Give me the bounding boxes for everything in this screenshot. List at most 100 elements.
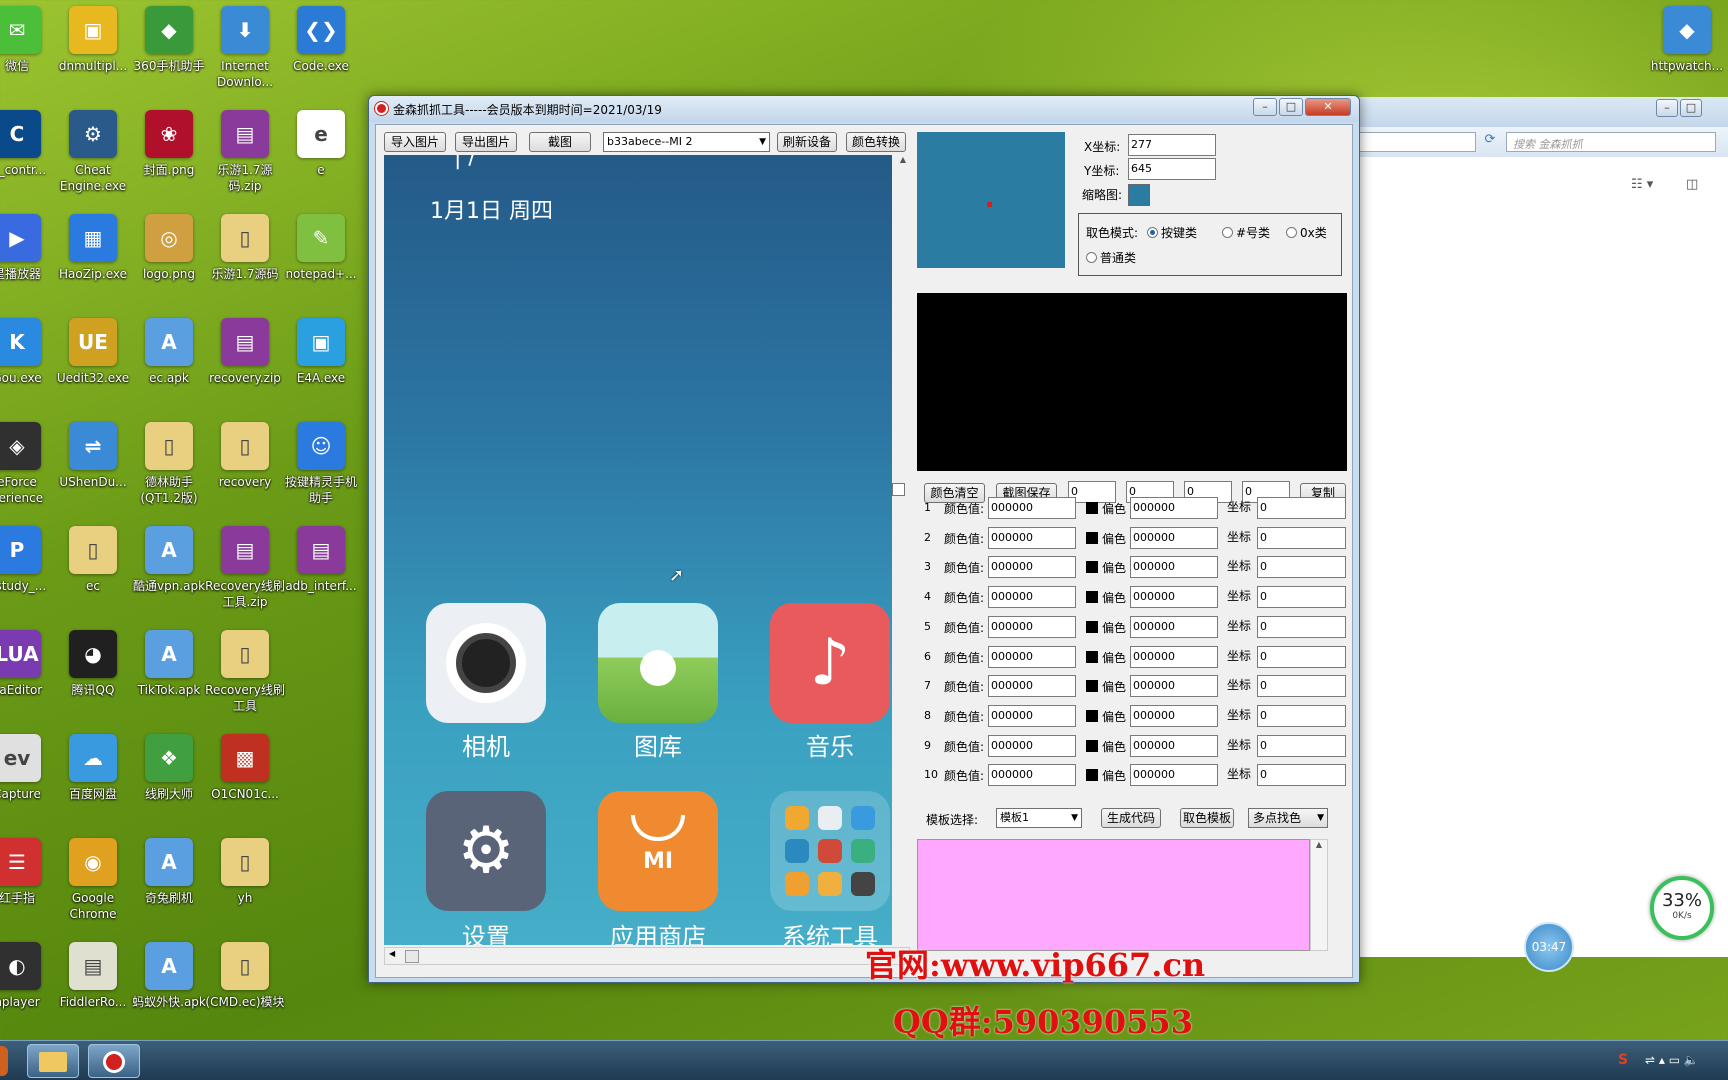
multi-find-select[interactable]: 多点找色 ▼: [1248, 808, 1328, 828]
desktop-icon[interactable]: ▤ 乐游1.7源码.zip: [204, 108, 286, 208]
desktop-icon[interactable]: UE Uedit32.exe: [52, 316, 134, 416]
desktop-icon[interactable]: Ppstudy_...: [0, 524, 58, 624]
tray-icons[interactable]: ⇌ ▴ ▭ 🔈: [1645, 1053, 1699, 1067]
desktop-icon[interactable]: ◆ httpwatch...: [1646, 4, 1728, 104]
pane-toggle-icon[interactable]: ◫: [1686, 177, 1698, 192]
background-explorer-window[interactable]: – □ ⟳ 搜索 金森抓抓 ☷ ▾ ◫: [1355, 97, 1728, 957]
coord-field[interactable]: 0: [1257, 497, 1346, 519]
desktop-icon[interactable]: ◆ 360手机助手: [128, 4, 210, 104]
coord-field[interactable]: 0: [1257, 704, 1346, 727]
offset-value-field[interactable]: 000000: [1130, 497, 1218, 519]
view-options-icon[interactable]: ☷ ▾: [1631, 177, 1653, 192]
offset-value-field[interactable]: 000000: [1130, 734, 1218, 757]
desktop-icon[interactable]: A 奇兔刷机: [128, 836, 210, 936]
desktop-icon[interactable]: ☁ 百度网盘: [52, 732, 134, 832]
desktop-icon[interactable]: ▯ Recovery线刷工具: [204, 628, 286, 728]
desktop-icon[interactable]: ◉ Google Chrome: [52, 836, 134, 936]
desktop-icon[interactable]: ▦ HaoZip.exe: [52, 212, 134, 312]
app-store-icon[interactable]: MI: [598, 791, 718, 911]
refresh-icon[interactable]: ⟳: [1480, 132, 1500, 152]
capture-button[interactable]: 截图: [529, 132, 591, 152]
desktop-icon[interactable]: ▤ adb_interf...: [280, 524, 362, 624]
desktop-icon[interactable]: A TikTok.apk: [128, 628, 210, 728]
taskbar-explorer-button[interactable]: [27, 1044, 79, 1078]
system-tools-folder-icon[interactable]: [770, 791, 890, 911]
radio-0x[interactable]: 0x类: [1286, 224, 1327, 241]
desktop-icon[interactable]: ❀ 封面.png: [128, 108, 210, 208]
color-value-field[interactable]: 000000: [988, 675, 1076, 698]
x-coord-field[interactable]: 277: [1128, 134, 1216, 156]
camera-app-icon[interactable]: [426, 603, 546, 723]
desktop-icon[interactable]: ▣ E4A.exe: [280, 316, 362, 416]
desktop-icon[interactable]: ☺ 按键精灵手机助手: [280, 420, 362, 520]
offset-value-field[interactable]: 000000: [1130, 586, 1218, 609]
desktop-icon[interactable]: K Gou.exe: [0, 316, 58, 416]
desktop-icon[interactable]: ev Capture: [0, 732, 58, 832]
offset-value-field[interactable]: 000000: [1130, 615, 1218, 638]
radio-hash[interactable]: #号类: [1222, 224, 1270, 241]
scroll-up-icon[interactable]: ▲: [894, 155, 912, 164]
y-coord-field[interactable]: 645: [1128, 158, 1216, 180]
desktop-icon[interactable]: ⇌ UShenDu...: [52, 420, 134, 520]
coord-field[interactable]: 0: [1257, 645, 1346, 668]
side-checkbox[interactable]: [892, 483, 905, 496]
maximize-button[interactable]: □: [1279, 98, 1303, 116]
pick-template-button[interactable]: 取色模板: [1180, 808, 1234, 828]
desktop-icon[interactable]: A 酷通vpn.apk: [128, 524, 210, 624]
desktop-icon[interactable]: ▯ 德林助手 (QT1.2版): [128, 420, 210, 520]
settings-app-icon[interactable]: ⚙: [426, 791, 546, 911]
offset-value-field[interactable]: 000000: [1130, 704, 1218, 727]
coord-field[interactable]: 0: [1257, 764, 1346, 787]
minimize-button[interactable]: –: [1656, 99, 1678, 117]
generate-code-button[interactable]: 生成代码: [1101, 808, 1161, 828]
coord-field[interactable]: 0: [1257, 526, 1346, 549]
desktop-icon[interactable]: ◈ eForce perience: [0, 420, 58, 520]
search-input[interactable]: 搜索 金森抓抓: [1506, 132, 1716, 152]
offset-value-field[interactable]: 000000: [1130, 764, 1218, 787]
desktop-icon[interactable]: ✉ 微信: [0, 4, 58, 104]
horizontal-scrollbar[interactable]: ◀ ▶: [384, 947, 910, 965]
radio-key[interactable]: 按键类: [1147, 224, 1197, 241]
refresh-device-button[interactable]: 刷新设备: [777, 132, 837, 152]
offset-value-field[interactable]: 000000: [1130, 675, 1218, 698]
desktop-icon[interactable]: ☰ 红手指: [0, 836, 58, 936]
music-app-icon[interactable]: ♪: [770, 603, 890, 723]
offset-value-field[interactable]: 000000: [1130, 526, 1218, 549]
desktop-icon[interactable]: ◎ logo.png: [128, 212, 210, 312]
desktop-icon[interactable]: ▤ recovery.zip: [204, 316, 286, 416]
color-value-field[interactable]: 000000: [988, 764, 1076, 787]
device-select[interactable]: b33abece--MI 2 ▼: [603, 132, 770, 152]
scroll-thumb[interactable]: [405, 950, 419, 963]
coord-field[interactable]: 0: [1257, 675, 1346, 698]
desktop-icon[interactable]: ▤ Recovery线刷工具.zip: [204, 524, 286, 624]
desktop-icon[interactable]: ◕ 腾讯QQ: [52, 628, 134, 728]
desktop-icon[interactable]: A 蚂蚁外快.apk: [128, 940, 210, 1040]
desktop-icon[interactable]: ✎ notepad+...: [280, 212, 362, 312]
offset-value-field[interactable]: 000000: [1130, 556, 1218, 579]
coord-field[interactable]: 0: [1257, 615, 1346, 638]
desktop-icon[interactable]: ❮❯ Code.exe: [280, 4, 362, 104]
scroll-left-icon[interactable]: ◀: [389, 949, 395, 958]
start-button-partial[interactable]: [0, 1046, 8, 1076]
desktop-icon[interactable]: LUA uaEditor: [0, 628, 58, 728]
minimize-button[interactable]: –: [1253, 98, 1277, 116]
template-select[interactable]: 模板1 ▼: [996, 808, 1082, 828]
coord-field[interactable]: 0: [1257, 734, 1346, 757]
vertical-scrollbar[interactable]: ▲: [894, 155, 912, 945]
desktop-icon[interactable]: Cal_contr...: [0, 108, 58, 208]
desktop-icon[interactable]: ee: [280, 108, 362, 208]
desktop-icon[interactable]: ⚙ Cheat Engine.exe: [52, 108, 134, 208]
color-value-field[interactable]: 000000: [988, 704, 1076, 727]
desktop-icon[interactable]: ⬇ Internet Downlo...: [204, 4, 286, 104]
offset-value-field[interactable]: 000000: [1130, 645, 1218, 668]
color-convert-button[interactable]: 颜色转换: [846, 132, 906, 152]
desktop-icon[interactable]: ▩ O1CN01c...: [204, 732, 286, 832]
export-image-button[interactable]: 导出图片: [455, 132, 517, 152]
address-dropdown[interactable]: [1356, 132, 1476, 152]
code-output-area[interactable]: [917, 839, 1310, 951]
desktop-icon[interactable]: ◐ nplayer: [0, 940, 58, 1040]
title-bar[interactable]: 金森抓抓工具-----会员版本到期时间=2021/03/19 – □ ✕: [369, 96, 1359, 122]
color-value-field[interactable]: 000000: [988, 645, 1076, 668]
desktop-icon[interactable]: ❖ 线刷大师: [128, 732, 210, 832]
desktop-icon[interactable]: ▯ 乐游1.7源码: [204, 212, 286, 312]
